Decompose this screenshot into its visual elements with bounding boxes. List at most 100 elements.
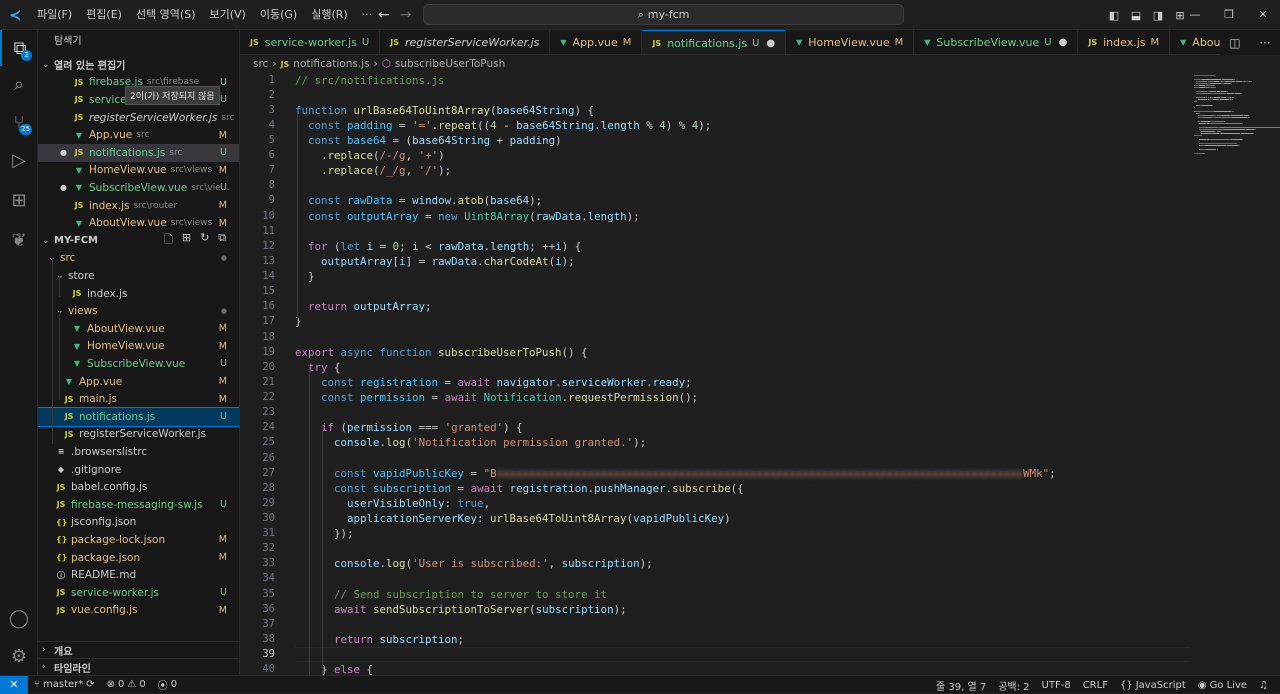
tree-file[interactable]: JS registerServiceWorker.js (38, 426, 239, 444)
editor-tab[interactable]: ▼ App.vue M (550, 30, 643, 54)
tree-folder[interactable]: ⌄views ● (38, 302, 239, 320)
refresh-icon[interactable]: ↻ (200, 231, 209, 250)
project-header[interactable]: ⌄ MY-FCM 🗋 ⊞ ↻ ⧉ (38, 231, 239, 250)
remote-indicator-icon[interactable]: ✕ (0, 675, 28, 694)
settings-gear-icon[interactable]: ⚙ (0, 638, 38, 674)
code-token: base64String (496, 103, 575, 117)
open-editor-item[interactable]: ● JS notifications.js src U (38, 144, 239, 162)
tree-file[interactable]: JS babel.config.js (38, 478, 239, 496)
menu-item[interactable]: 편집(E) (79, 0, 129, 30)
tree-file[interactable]: ◆ .gitignore (38, 461, 239, 479)
tree-folder[interactable]: ⌄store (38, 267, 239, 285)
command-center-search[interactable]: ⌕ my-fcm (423, 4, 904, 25)
run-debug-icon[interactable]: ▷ (0, 142, 38, 178)
code-editor[interactable]: 1// src/notifications.js 2 3 function urlBa… (240, 72, 1190, 675)
open-editor-item[interactable]: JS index.js src\router M (38, 197, 239, 215)
code-token: ({ (730, 481, 744, 495)
source-control-icon[interactable]: ⑂ 25 (0, 104, 38, 140)
back-arrow-icon[interactable]: ← (378, 7, 390, 23)
tree-file[interactable]: JS main.js M (38, 390, 239, 408)
menu-item[interactable]: 선택 영역(S) (129, 0, 203, 30)
extensions-icon[interactable]: ⊞ (0, 182, 38, 218)
open-editor-item[interactable]: ● ▼ SubscribeView.vue src\vie... U (38, 179, 239, 197)
tree-folder[interactable]: ⌄src ● (38, 250, 239, 268)
forward-arrow-icon[interactable]: → (400, 7, 412, 23)
editor-tab[interactable]: ▼ SubscribeView.vue U ● (914, 30, 1079, 54)
code-line: .replace(/_/g, '/'); (295, 163, 451, 178)
editor-tab[interactable]: JS registerServiceWorker.js (380, 30, 551, 54)
code-token: const (334, 481, 374, 495)
problems-status[interactable]: ⊗ 0 ⚠ 0 (101, 679, 152, 690)
new-file-icon[interactable]: 🗋 (164, 231, 173, 250)
line-number: 9 (268, 194, 275, 207)
toggle-panel-icon[interactable]: ⬓ (1129, 9, 1143, 22)
tree-file[interactable]: {} package-lock.json M (38, 531, 239, 549)
editor-tab[interactable]: JS index.js M (1078, 30, 1171, 54)
tree-file[interactable]: ⓘ README.md (38, 566, 239, 584)
restore-icon[interactable]: ❐ (1212, 0, 1246, 30)
branch-status[interactable]: ⑂ master* ⟳ (28, 679, 101, 690)
close-icon[interactable]: ✕ (1246, 0, 1280, 30)
open-editors-header[interactable]: ⌄ 열려 있는 편집기 (38, 56, 239, 74)
open-editor-item[interactable]: ▼ App.vue src M (38, 126, 239, 144)
mongodb-icon[interactable]: ❦ (0, 222, 38, 258)
breadcrumb-folder[interactable]: src (253, 58, 268, 70)
line-number: 5 (268, 133, 275, 146)
tree-file[interactable]: JS notifications.js U (38, 407, 239, 427)
toggle-secondary-sidebar-icon[interactable]: ◨ (1151, 9, 1165, 22)
tree-file[interactable]: ≡ .browserslistrc (38, 443, 239, 461)
menu-item[interactable]: ··· (355, 0, 380, 30)
line-number: 17 (262, 315, 275, 328)
timeline-header[interactable]: › 타임라인 (38, 658, 239, 675)
menu-item[interactable]: 실행(R) (304, 0, 354, 30)
tab-git-status: M (1150, 37, 1160, 48)
menu-item[interactable]: 보기(V) (202, 0, 252, 30)
tree-file[interactable]: JS index.js (38, 285, 239, 303)
end-of-line[interactable]: CRLF (1077, 680, 1114, 691)
breadcrumb-file[interactable]: notifications.js (293, 58, 369, 70)
menu-item[interactable]: 이동(G) (253, 0, 304, 30)
split-editor-icon[interactable]: ◫ (1229, 36, 1240, 50)
account-icon[interactable]: ◯ (0, 600, 38, 636)
minimap[interactable] (1190, 72, 1280, 675)
unsaved-dot-icon[interactable]: ● (766, 38, 775, 49)
code-line: outputArray[i] = rawData.charCodeAt(i); (295, 254, 575, 269)
tree-file[interactable]: JS firebase-messaging-sw.js U (38, 496, 239, 514)
encoding[interactable]: UTF-8 (1036, 680, 1077, 691)
menu-item[interactable]: 파일(F) (30, 0, 79, 30)
editor-tab[interactable]: JS notifications.js U ● (642, 30, 787, 54)
notifications-bell-icon[interactable]: ♫ (1253, 680, 1274, 691)
editor-tab[interactable]: ▼ HomeView.vue M (786, 30, 915, 54)
outline-header[interactable]: › 개요 (38, 641, 239, 659)
language-mode[interactable]: {} JavaScript (1114, 680, 1192, 691)
search-icon[interactable]: ⌕ (0, 66, 38, 102)
explorer-icon[interactable]: ⧉ 2 (0, 30, 38, 66)
go-live-button[interactable]: ◉ Go Live (1192, 680, 1253, 691)
tree-file[interactable]: ▼ SubscribeView.vue U (38, 355, 239, 373)
tree-file[interactable]: {} package.json M (38, 549, 239, 567)
new-folder-icon[interactable]: ⊞ (182, 231, 191, 250)
open-editor-item[interactable]: ▼ HomeView.vue src\views M (38, 162, 239, 180)
minimize-icon[interactable]: — (1178, 0, 1212, 30)
tree-file[interactable]: JS service-worker.js U (38, 584, 239, 602)
open-editor-item[interactable]: ▼ AboutView.vue src\views M (38, 214, 239, 232)
open-editor-item[interactable]: JS registerServiceWorker.js src (38, 109, 239, 127)
more-actions-icon[interactable]: ··· (1259, 36, 1270, 50)
indentation[interactable]: 공백: 2 (992, 678, 1035, 693)
ports-count: 0 (170, 679, 178, 690)
tree-file[interactable]: ▼ HomeView.vue M (38, 338, 239, 356)
code-token: + (490, 133, 510, 147)
tree-file[interactable]: ▼ AboutView.vue M (38, 320, 239, 338)
editor-tab[interactable]: JS service-worker.js U (240, 30, 381, 54)
ports-status[interactable]: ⦿ 0 (152, 677, 183, 692)
unsaved-dot-icon[interactable]: ● (1059, 37, 1068, 48)
tree-file[interactable]: JS vue.config.js M (38, 602, 239, 620)
collapse-all-icon[interactable]: ⧉ (218, 231, 226, 250)
js-file-icon: JS (652, 38, 662, 48)
tree-file[interactable]: {} jsconfig.json (38, 514, 239, 532)
toggle-primary-sidebar-icon[interactable]: ◧ (1107, 9, 1121, 22)
cursor-position[interactable]: 줄 39, 열 7 (930, 678, 992, 693)
tree-file[interactable]: ▼ App.vue M (38, 373, 239, 391)
breadcrumb-symbol[interactable]: subscribeUserToPush (395, 58, 505, 70)
